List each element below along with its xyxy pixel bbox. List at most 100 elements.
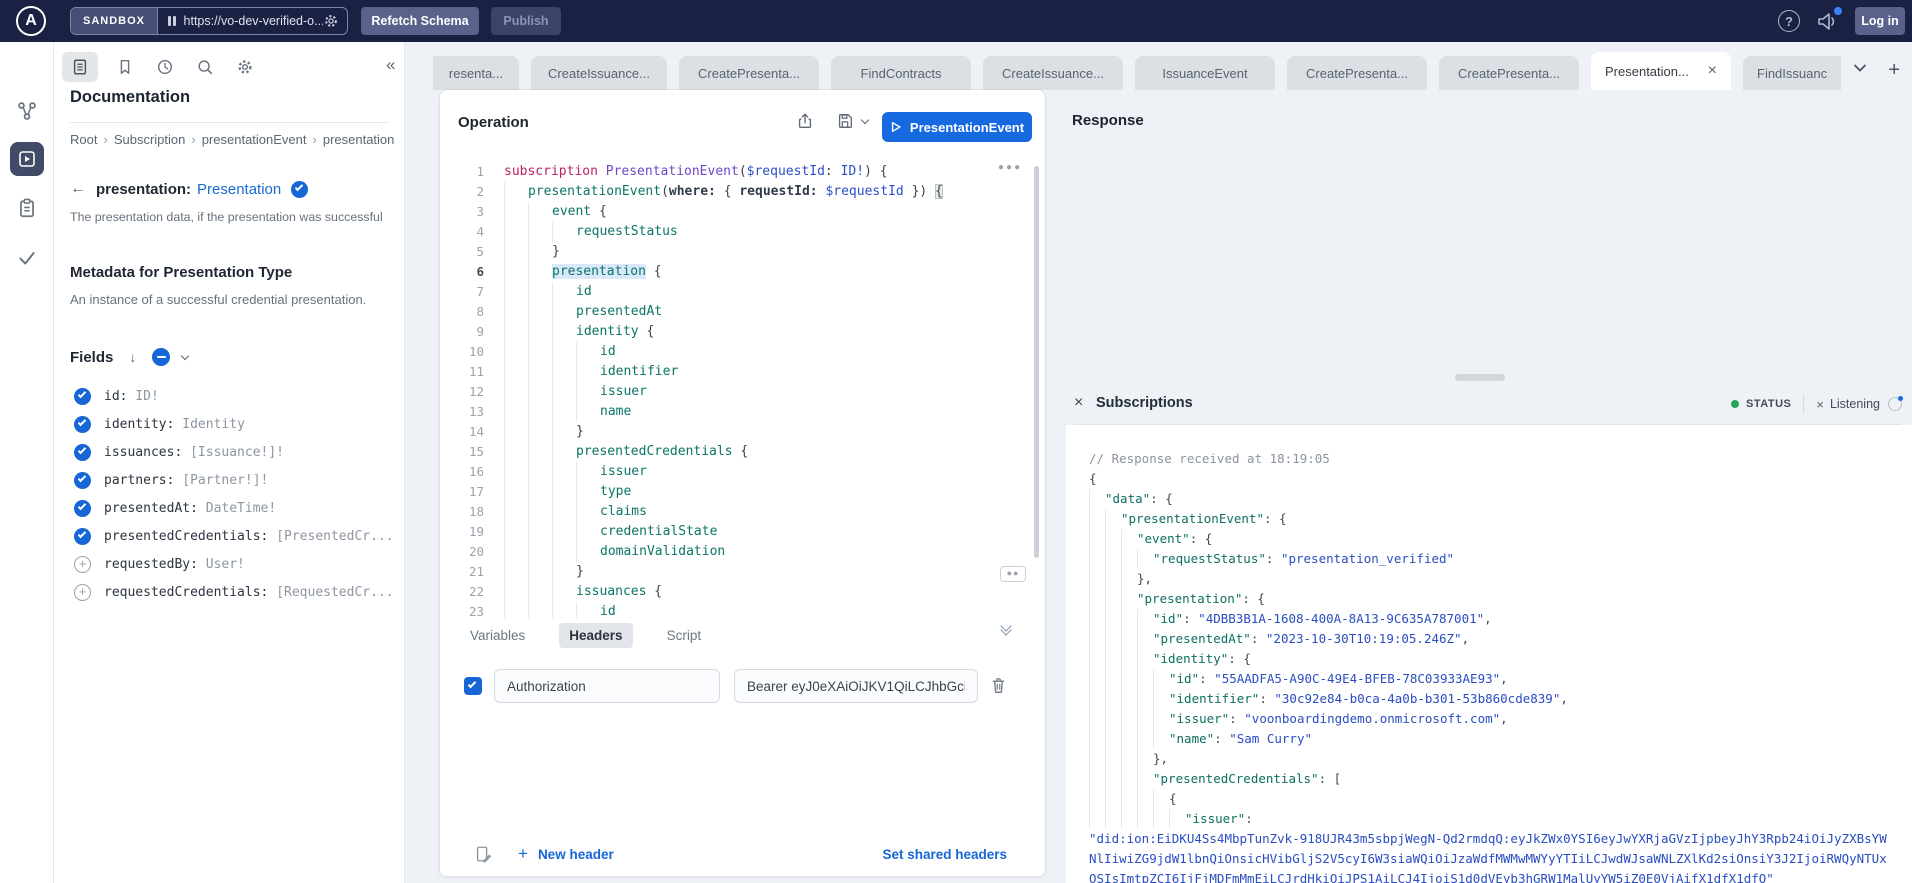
pause-icon[interactable] [168, 16, 176, 26]
editor-widget-icon[interactable]: ●● [1000, 566, 1026, 582]
field-row-presentedAt[interactable]: presentedAt: DateTime! [54, 494, 405, 522]
field-add-plus-icon[interactable]: + [74, 556, 91, 573]
field-row-requestedBy[interactable]: +requestedBy: User! [54, 550, 405, 578]
operation-tab[interactable]: IssuanceEvent [1135, 56, 1275, 90]
documentation-tab-icon[interactable] [62, 52, 98, 82]
field-row-identity[interactable]: identity: Identity [54, 410, 405, 438]
checks-icon[interactable] [16, 247, 38, 269]
field-selected-check-icon[interactable] [291, 181, 308, 198]
operation-tab[interactable]: FindIssuanc [1743, 56, 1841, 90]
line-number: 1 [440, 162, 484, 182]
panel-splitter-handle[interactable] [1455, 374, 1505, 381]
operation-tab[interactable]: Presentation... × [1591, 52, 1731, 90]
field-row-issuances[interactable]: issuances: [Issuance!]! [54, 438, 405, 466]
field-row-presentedCredentials[interactable]: presentedCredentials: [PresentedCr... [54, 522, 405, 550]
code-line: 14} [440, 422, 1045, 442]
field-selected-check-icon[interactable] [74, 416, 91, 433]
editor-scrollbar[interactable] [1034, 166, 1039, 558]
panel-tab-headers[interactable]: Headers [559, 623, 632, 648]
edit-defaults-icon[interactable] [474, 845, 492, 863]
field-type-link[interactable]: Presentation [197, 181, 281, 198]
apollo-logo-icon[interactable]: A [16, 6, 46, 36]
collapse-section-chevron-icon[interactable] [1002, 622, 1010, 630]
tab-label: Presentation... [1605, 64, 1689, 79]
field-selected-check-icon[interactable] [74, 472, 91, 489]
endpoint-settings-gear-icon[interactable] [323, 13, 339, 29]
code-line: 13name [440, 402, 1045, 422]
breadcrumb-separator: › [313, 132, 317, 147]
subscriptions-title: Subscriptions [1096, 395, 1193, 411]
panel-tab-script[interactable]: Script [657, 623, 712, 648]
tab-overflow-chevron-icon[interactable] [1852, 60, 1868, 76]
run-operation-button[interactable]: PresentationEvent [882, 112, 1032, 142]
field-selected-check-icon[interactable] [74, 444, 91, 461]
publish-button[interactable]: Publish [491, 7, 561, 35]
field-selected-check-icon[interactable] [74, 500, 91, 517]
collapse-panel-icon[interactable]: « [386, 55, 395, 75]
json-line: "event": { [1089, 529, 1894, 549]
subscriptions-controls: STATUS × Listening [1731, 392, 1902, 416]
close-subscriptions-icon[interactable]: × [1074, 394, 1083, 412]
plus-icon: + [518, 844, 528, 864]
json-line: // Response received at 18:19:05 [1089, 449, 1894, 469]
listening-label: Listening [1830, 397, 1880, 411]
deselect-all-fields-icon[interactable] [152, 348, 170, 366]
operation-tab[interactable]: CreatePresenta... [1287, 56, 1427, 90]
field-row-partners[interactable]: partners: [Partner!]! [54, 466, 405, 494]
bookmark-icon[interactable] [116, 58, 134, 76]
code-line: 16issuer [440, 462, 1045, 482]
login-button[interactable]: Log in [1855, 7, 1905, 35]
search-icon[interactable] [196, 58, 214, 76]
operation-tab[interactable]: FindContracts [831, 56, 971, 90]
sort-fields-icon[interactable]: ↓ [129, 349, 136, 365]
breadcrumb-item[interactable]: presentationEvent [202, 132, 307, 147]
back-arrow-icon[interactable]: ← [70, 180, 86, 198]
breadcrumb-item[interactable]: Subscription [114, 132, 186, 147]
breadcrumb-item[interactable]: Root [70, 132, 97, 147]
operation-tab[interactable]: CreateIssuance... [531, 56, 667, 90]
announcements-megaphone-icon[interactable] [1815, 9, 1841, 33]
explorer-icon[interactable] [10, 142, 44, 176]
graph-icon[interactable] [16, 100, 38, 122]
settings-gear-icon[interactable] [236, 58, 254, 76]
operation-tab[interactable]: CreateIssuance... [983, 56, 1123, 90]
checklist-icon[interactable] [16, 197, 38, 219]
history-icon[interactable] [156, 58, 174, 76]
header-enabled-checkbox[interactable] [464, 677, 482, 695]
new-tab-button[interactable]: + [1888, 59, 1900, 82]
line-number: 10 [440, 342, 484, 362]
new-header-button[interactable]: + New header [518, 844, 614, 864]
refetch-schema-button[interactable]: Refetch Schema [361, 7, 479, 35]
inline-actions-icon[interactable]: ●●● [998, 162, 1022, 173]
operation-tab[interactable]: CreatePresenta... [679, 56, 819, 90]
delete-header-icon[interactable] [990, 676, 1007, 695]
field-selected-check-icon[interactable] [74, 528, 91, 545]
field-row-id[interactable]: id: ID! [54, 382, 405, 410]
tab-label: CreateIssuance... [548, 66, 650, 81]
fields-options-chevron-icon[interactable] [181, 351, 189, 359]
operation-tab[interactable]: CreatePresenta... [1439, 56, 1579, 90]
share-operation-icon[interactable] [796, 112, 814, 130]
code-line: 4requestStatus [440, 222, 1045, 242]
operation-tab[interactable]: resenta... [433, 56, 519, 90]
field-row-requestedCredentials[interactable]: +requestedCredentials: [RequestedCr... [54, 578, 405, 606]
header-key-input[interactable] [494, 669, 720, 703]
header-value-input[interactable] [734, 669, 978, 703]
endpoint-url-input[interactable]: https://vo-dev-verified-o... [184, 14, 323, 28]
panel-tab-variables[interactable]: Variables [460, 623, 535, 648]
breadcrumb-item[interactable]: presentation [323, 132, 395, 147]
json-line: "presentationEvent": { [1089, 509, 1894, 529]
operation-editor[interactable]: 1subscription PresentationEvent($request… [440, 156, 1045, 618]
field-selected-check-icon[interactable] [74, 388, 91, 405]
tab-label: CreatePresenta... [1306, 66, 1408, 81]
field-add-plus-icon[interactable]: + [74, 584, 91, 601]
close-tab-icon[interactable]: × [1708, 62, 1717, 80]
stop-listening-icon[interactable]: × [1816, 397, 1824, 412]
sandbox-badge: SANDBOX [71, 8, 158, 34]
play-icon [890, 121, 902, 133]
json-line: "presentedCredentials": [ [1089, 769, 1894, 789]
set-shared-headers-button[interactable]: Set shared headers [882, 847, 1007, 862]
help-icon[interactable]: ? [1778, 10, 1800, 32]
save-operation-icon[interactable] [836, 112, 868, 130]
save-options-chevron-icon[interactable] [861, 116, 869, 124]
